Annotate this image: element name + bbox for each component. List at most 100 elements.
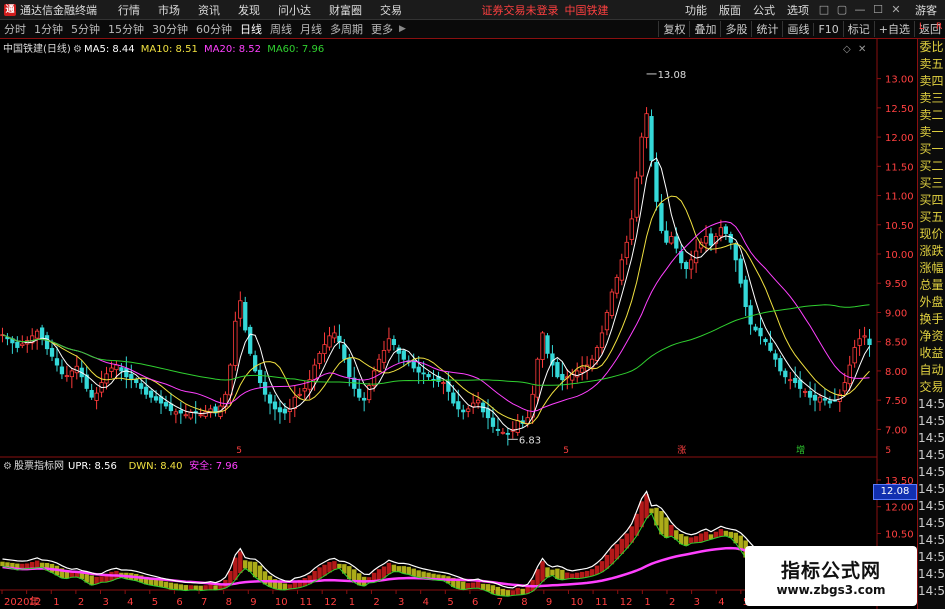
indicator-legend-item: 安全: 7.96 xyxy=(189,459,238,472)
period-tab-3[interactable]: 15分钟 xyxy=(104,21,148,37)
period-tab-10[interactable]: 更多 xyxy=(367,21,397,37)
toolbar-button-5[interactable]: F10 xyxy=(813,22,842,36)
cursor-value-box: 12.08 xyxy=(873,484,917,500)
side-item-29[interactable]: 14:5 xyxy=(918,532,945,549)
settings-gear-icon[interactable]: ⚙ xyxy=(73,44,82,55)
period-tab-7[interactable]: 周线 xyxy=(266,21,296,37)
side-item-11[interactable]: 现价 xyxy=(918,226,945,243)
candle-body xyxy=(129,373,134,381)
side-item-22[interactable]: 14:5 xyxy=(918,413,945,430)
event-marker[interactable]: 5 xyxy=(236,446,242,456)
side-item-28[interactable]: 14:5 xyxy=(918,515,945,532)
window-button-icon-0[interactable]: □ xyxy=(815,3,833,16)
side-item-25[interactable]: 14:5 xyxy=(918,464,945,481)
candle-body xyxy=(178,410,183,414)
side-item-18[interactable]: 收益 xyxy=(918,345,945,362)
period-tab-4[interactable]: 30分钟 xyxy=(148,21,192,37)
side-item-23[interactable]: 14:5 xyxy=(918,430,945,447)
price-tick-label: 11.00 xyxy=(885,192,914,203)
right-menu-item-0[interactable]: 功能 xyxy=(679,2,713,18)
right-menu-item-2[interactable]: 公式 xyxy=(747,2,781,18)
event-marker[interactable]: 增 xyxy=(796,444,805,456)
period-tab-8[interactable]: 月线 xyxy=(296,21,326,37)
price-tick-label: 9.00 xyxy=(885,308,907,319)
period-tab-0[interactable]: 分时 xyxy=(0,21,30,37)
window-button-icon-2[interactable]: — xyxy=(851,3,869,16)
side-item-0[interactable]: 委比 xyxy=(918,39,945,56)
side-item-30[interactable]: 14:5 xyxy=(918,549,945,566)
menu-item-3[interactable]: 发现 xyxy=(229,2,269,18)
side-item-19[interactable]: 自动 xyxy=(918,362,945,379)
menu-item-2[interactable]: 资讯 xyxy=(189,2,229,18)
menu-item-1[interactable]: 市场 xyxy=(149,2,189,18)
window-button-icon-1[interactable]: ▢ xyxy=(833,3,851,16)
side-item-20[interactable]: 交易 xyxy=(918,379,945,396)
candle-body xyxy=(758,327,763,337)
side-item-32[interactable]: 14:5 xyxy=(918,583,945,600)
period-tab-6[interactable]: 日线 xyxy=(236,21,266,37)
candle-body xyxy=(634,177,639,218)
side-item-8[interactable]: 买三 xyxy=(918,175,945,192)
candle-body xyxy=(778,358,783,372)
event-marker[interactable]: 5 xyxy=(885,446,891,456)
toolbar-button-7[interactable]: +自选 xyxy=(873,21,914,37)
candle-body xyxy=(451,392,456,404)
chart-toolbar: 分时 1分钟 5分钟 15分钟 30分钟 60分钟 日线 周线 月线 多周期 更多 ▶ 复权 叠加 多股… xyxy=(0,20,945,39)
window-button-icon-3[interactable]: ☐ xyxy=(869,3,887,16)
side-item-21[interactable]: 14:5 xyxy=(918,396,945,413)
side-item-6[interactable]: 买一 xyxy=(918,141,945,158)
date-tick-label: 2 xyxy=(669,597,675,608)
side-item-9[interactable]: 买四 xyxy=(918,192,945,209)
side-item-24[interactable]: 14:5 xyxy=(918,447,945,464)
watermark-url-text: www.zbgs3.com xyxy=(776,582,886,597)
date-tick-label: 3 xyxy=(694,597,700,608)
toolbar-button-3[interactable]: 统计 xyxy=(751,21,782,37)
side-item-26[interactable]: 14:5 xyxy=(918,481,945,498)
side-item-12[interactable]: 涨跌 xyxy=(918,243,945,260)
side-item-3[interactable]: 卖三 xyxy=(918,90,945,107)
side-item-27[interactable]: 14:5 xyxy=(918,498,945,515)
menu-item-6[interactable]: 交易 xyxy=(371,2,411,18)
panel-options-icon[interactable]: ◇ xyxy=(843,44,851,55)
menu-item-4[interactable]: 问小达 xyxy=(269,2,320,18)
main-chart-title: 中国铁建(日线) xyxy=(3,42,71,55)
side-item-16[interactable]: 换手 xyxy=(918,311,945,328)
side-item-14[interactable]: 总量 xyxy=(918,277,945,294)
toolbar-button-6[interactable]: 标记 xyxy=(842,21,874,37)
chart-area[interactable]: 中国铁建(日线) ⚙ MA5: 8.44 MA10: 8.51 MA20: 8.52… xyxy=(0,39,917,609)
right-menu-item-1[interactable]: 版面 xyxy=(713,2,747,18)
menu-item-5[interactable]: 财富圈 xyxy=(320,2,371,18)
window-button-icon-4[interactable]: ✕ xyxy=(887,3,905,16)
more-chevron-icon[interactable]: ▶ xyxy=(399,24,406,34)
side-item-1[interactable]: 卖五 xyxy=(918,56,945,73)
candle-body xyxy=(649,116,654,161)
toolbar-button-0[interactable]: 复权 xyxy=(658,21,689,37)
candle-body xyxy=(327,335,332,348)
side-item-5[interactable]: 卖一 xyxy=(918,124,945,141)
side-item-4[interactable]: 卖二 xyxy=(918,107,945,124)
sub-settings-gear-icon[interactable]: ⚙ xyxy=(3,461,12,472)
toolbar-button-1[interactable]: 叠加 xyxy=(689,21,720,37)
side-item-7[interactable]: 买二 xyxy=(918,158,945,175)
side-item-10[interactable]: 买五 xyxy=(918,209,945,226)
login-status[interactable]: 证券交易未登录 xyxy=(482,2,559,18)
side-item-31[interactable]: 14:5 xyxy=(918,566,945,583)
event-marker[interactable]: 5 xyxy=(563,446,569,456)
toolbar-button-2[interactable]: 多股 xyxy=(720,21,751,37)
close-panel-icon[interactable]: ✕ xyxy=(858,44,866,55)
guest-label[interactable]: 游客 xyxy=(915,2,937,18)
event-marker[interactable]: 涨 xyxy=(677,445,686,456)
side-item-13[interactable]: 涨幅 xyxy=(918,260,945,277)
side-item-2[interactable]: 卖四 xyxy=(918,73,945,90)
period-tab-9[interactable]: 多周期 xyxy=(326,21,367,37)
right-menu-item-3[interactable]: 选项 xyxy=(781,2,815,18)
period-tab-1[interactable]: 1分钟 xyxy=(30,21,67,37)
side-item-15[interactable]: 外盘 xyxy=(918,294,945,311)
candle-body xyxy=(555,362,560,378)
side-item-17[interactable]: 净资 xyxy=(918,328,945,345)
period-tab-2[interactable]: 5分钟 xyxy=(67,21,104,37)
menu-item-0[interactable]: 行情 xyxy=(109,2,149,18)
toolbar-button-4[interactable]: 画线 xyxy=(782,21,813,37)
period-tab-5[interactable]: 60分钟 xyxy=(192,21,236,37)
candle-body xyxy=(248,326,253,354)
